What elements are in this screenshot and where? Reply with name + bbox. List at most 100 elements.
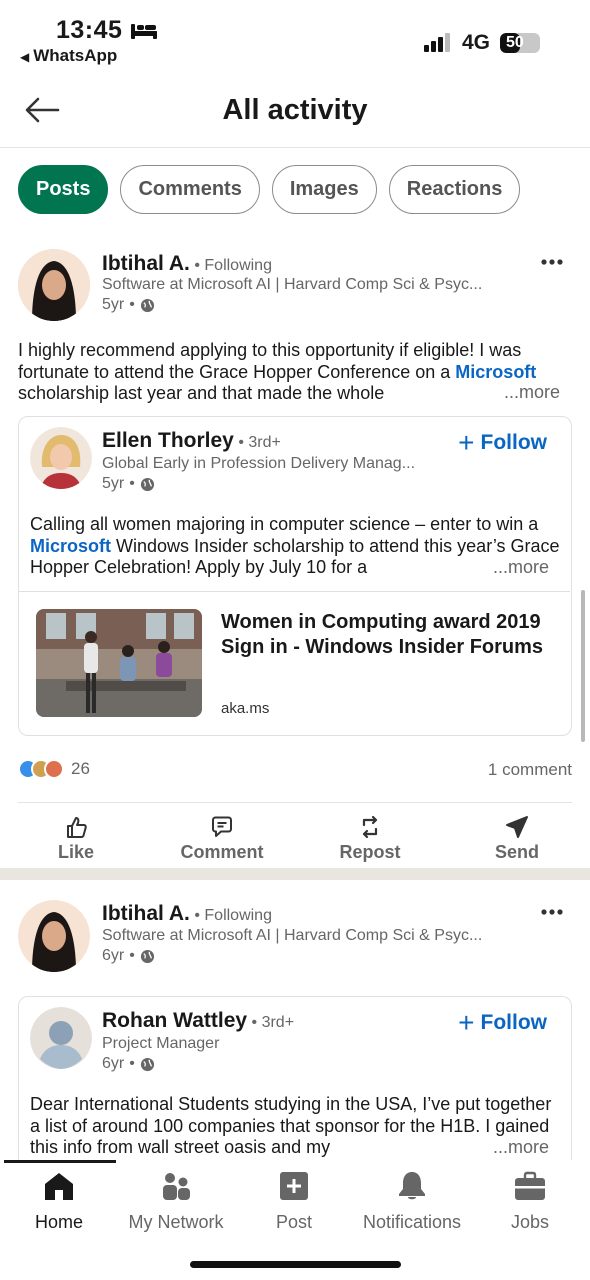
avatar[interactable] <box>30 427 92 489</box>
author-relation-dot: • <box>194 257 205 274</box>
post-icon <box>280 1172 308 1200</box>
follow-button[interactable]: + Follow <box>458 1007 547 1038</box>
battery-percent: 50 <box>506 34 524 51</box>
home-indicator[interactable] <box>190 1261 401 1268</box>
author-name[interactable]: Ibtihal A. <box>102 252 190 275</box>
follow-label: Follow <box>480 431 548 454</box>
nav-jobs[interactable]: Jobs <box>471 1170 589 1233</box>
shared-author-name-line: Ellen Thorley • 3rd+ <box>102 429 281 453</box>
nav-my-network-label: My Network <box>128 1212 224 1232</box>
nav-home[interactable]: Home <box>0 1170 118 1233</box>
more-options-icon[interactable] <box>540 258 564 266</box>
repost-button[interactable]: Repost <box>310 814 430 863</box>
activity-filter-chips: Posts Comments Images Reactions <box>18 165 521 215</box>
briefcase-icon <box>515 1171 545 1200</box>
nav-post[interactable]: Post <box>235 1170 353 1233</box>
like-button[interactable]: Like <box>16 814 136 863</box>
bell-icon <box>399 1172 425 1200</box>
avatar[interactable] <box>18 249 90 321</box>
shared-author-headline: Project Manager <box>102 1035 220 1052</box>
nav-post-label: Post <box>275 1212 313 1232</box>
battery-icon: 50 <box>500 33 540 53</box>
more-options-icon[interactable] <box>540 908 564 916</box>
sleep-focus-icon <box>131 24 157 39</box>
post-text-part: I highly recommend applying to this oppo… <box>18 340 522 382</box>
post-text: I highly recommend applying to this oppo… <box>18 340 574 404</box>
shared-post-time-row: 5yr • <box>102 475 155 493</box>
home-icon <box>45 1173 73 1200</box>
love-reaction-icon <box>44 759 64 779</box>
post-time: 5yr <box>102 296 125 313</box>
author-name-line: Ibtihal A. • Following <box>102 252 272 276</box>
time-dot: • <box>129 947 135 964</box>
page-title: All activity <box>222 94 368 126</box>
post-text-part: scholarship last year and that made the … <box>18 383 385 403</box>
post-time-row: 5yr • <box>102 296 155 314</box>
page-header: All activity <box>0 72 590 148</box>
nav-notifications-label: Notifications <box>362 1212 462 1232</box>
shared-post-card[interactable]: Ellen Thorley • 3rd+ Global Early in Pro… <box>18 416 572 736</box>
avatar-image <box>18 249 90 321</box>
avatar[interactable] <box>18 900 90 972</box>
status-time: 13:45 <box>56 16 123 44</box>
chip-comments[interactable]: Comments <box>120 165 260 214</box>
reactions-count: 26 <box>71 759 90 778</box>
scrollbar[interactable] <box>581 590 585 742</box>
shared-post-card[interactable]: Rohan Wattley • 3rd+ Project Manager 6yr… <box>18 996 572 1186</box>
network-icon <box>163 1173 190 1200</box>
comment-icon <box>212 816 232 837</box>
nav-jobs-label: Jobs <box>510 1212 550 1232</box>
chip-posts[interactable]: Posts <box>18 165 109 214</box>
globe-icon <box>140 477 154 491</box>
post-separator <box>0 868 590 880</box>
plus-icon: + <box>458 427 475 458</box>
see-more-link[interactable]: ...more <box>486 557 549 578</box>
shared-author-relation: 3rd+ <box>261 1014 295 1031</box>
link-preview[interactable]: Women in Computing award 2019 Sign in - … <box>19 591 570 735</box>
chip-reactions[interactable]: Reactions <box>388 165 521 214</box>
shared-author-name-line: Rohan Wattley • 3rd+ <box>102 1009 294 1033</box>
status-bar: 13:45 ◀ WhatsApp 4G 50 <box>0 0 590 72</box>
link-preview-image <box>36 609 202 717</box>
see-more-link[interactable]: ...more <box>497 382 560 403</box>
back-to-app-link[interactable]: ◀ WhatsApp <box>20 46 117 66</box>
nav-my-network[interactable]: My Network <box>117 1170 235 1233</box>
author-relation: Following <box>204 257 272 274</box>
comment-button[interactable]: Comment <box>162 814 282 863</box>
globe-icon <box>140 949 154 963</box>
shared-author-name[interactable]: Rohan Wattley <box>102 1009 247 1032</box>
author-name[interactable]: Ibtihal A. <box>102 902 190 925</box>
author-headline: Software at Microsoft AI | Harvard Comp … <box>102 276 483 293</box>
repost-label: Repost <box>339 842 401 862</box>
nav-notifications[interactable]: Notifications <box>353 1170 471 1233</box>
hashtag-link[interactable]: Microsoft <box>30 536 111 556</box>
post-text-part: Calling all women majoring in computer s… <box>30 514 539 534</box>
back-triangle-icon: ◀ <box>20 50 30 64</box>
comment-label: Comment <box>180 842 264 862</box>
shared-post-text: Calling all women majoring in computer s… <box>30 514 560 578</box>
comments-count-link[interactable]: 1 comment <box>488 760 572 780</box>
avatar-image <box>30 427 92 489</box>
default-avatar-icon <box>30 1007 92 1069</box>
link-preview-title[interactable]: Women in Computing award 2019 Sign in - … <box>221 610 561 660</box>
reactions-summary[interactable]: 26 <box>18 759 90 779</box>
time-dot: • <box>129 475 135 492</box>
nav-home-label: Home <box>34 1212 83 1232</box>
send-button[interactable]: Send <box>457 814 577 863</box>
chip-images[interactable]: Images <box>271 165 377 214</box>
back-app-label: WhatsApp <box>33 46 118 65</box>
shared-author-relation-dot: • <box>238 434 249 451</box>
avatar[interactable] <box>30 1007 92 1069</box>
like-label: Like <box>57 842 95 862</box>
avatar-image <box>18 900 90 972</box>
shared-author-name[interactable]: Ellen Thorley <box>102 429 234 452</box>
post-time-row: 6yr • <box>102 947 155 965</box>
plus-icon: + <box>458 1007 475 1038</box>
cellular-signal-icon <box>424 33 450 52</box>
see-more-link[interactable]: ...more <box>486 1137 549 1158</box>
send-label: Send <box>494 842 539 862</box>
hashtag-link[interactable]: Microsoft <box>455 362 536 382</box>
follow-button[interactable]: + Follow <box>458 427 548 458</box>
repost-icon <box>362 815 378 839</box>
divider <box>18 802 572 803</box>
